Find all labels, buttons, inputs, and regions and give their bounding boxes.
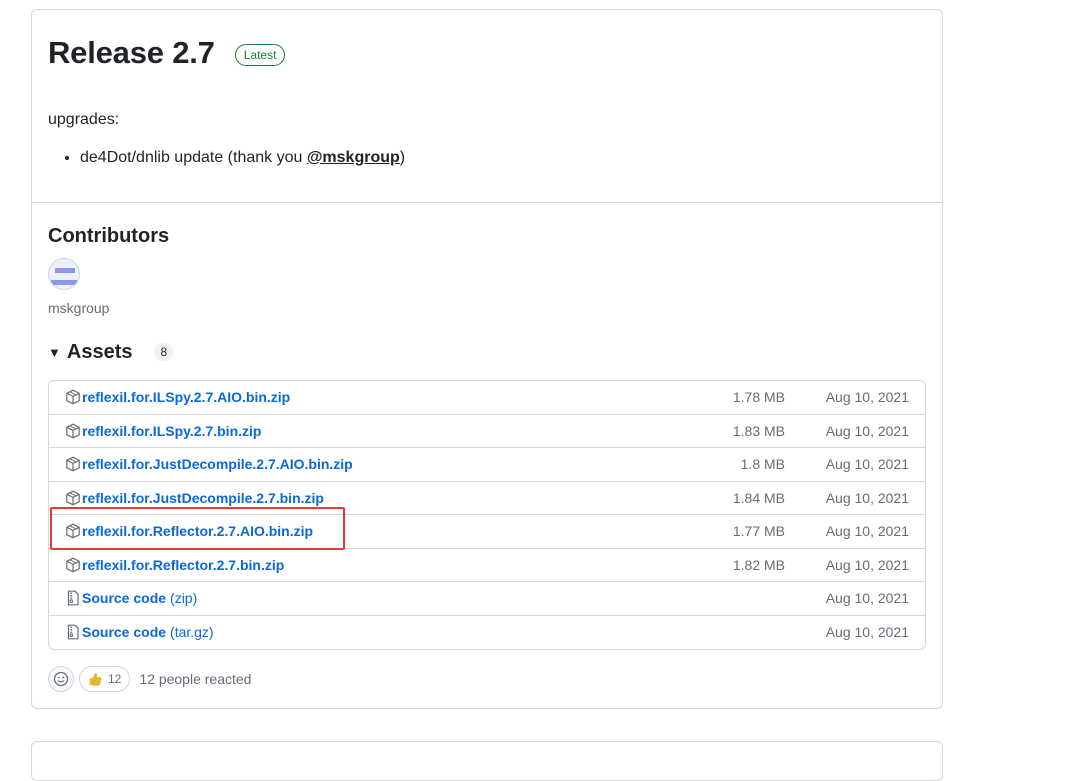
section-divider bbox=[32, 202, 942, 203]
thumbs-up-icon bbox=[89, 673, 102, 686]
package-icon bbox=[65, 423, 81, 439]
asset-date: Aug 10, 2021 bbox=[825, 590, 909, 607]
asset-download-link[interactable]: Source code bbox=[82, 590, 166, 606]
assets-toggle[interactable]: ▼ Assets 8 bbox=[48, 340, 174, 364]
asset-download-link[interactable]: reflexil.for.JustDecompile.2.7.bin.zip bbox=[82, 490, 324, 506]
asset-date: Aug 10, 2021 bbox=[825, 624, 909, 641]
asset-size: 1.82 MB bbox=[732, 556, 785, 573]
contributor-avatar[interactable] bbox=[48, 258, 80, 290]
asset-row: reflexil.for.Reflector.2.7.AIO.bin.zip 1.… bbox=[49, 515, 925, 549]
package-icon bbox=[65, 557, 81, 573]
asset-date: Aug 10, 2021 bbox=[825, 489, 909, 506]
add-reaction-button[interactable] bbox=[48, 666, 74, 692]
asset-download-link[interactable]: reflexil.for.JustDecompile.2.7.AIO.bin.z… bbox=[82, 456, 353, 472]
package-icon bbox=[65, 490, 81, 506]
release-header: Release 2.7 Latest bbox=[48, 34, 286, 72]
package-icon bbox=[65, 523, 81, 539]
asset-size: 1.77 MB bbox=[732, 523, 785, 540]
latest-badge: Latest bbox=[234, 44, 286, 66]
assets-list: reflexil.for.ILSpy.2.7.AIO.bin.zip 1.78 M… bbox=[48, 380, 926, 650]
release-note-item: de4Dot/dnlib update (thank you @mskgroup… bbox=[80, 148, 405, 168]
asset-download-link[interactable]: reflexil.for.Reflector.2.7.bin.zip bbox=[82, 557, 284, 573]
package-icon bbox=[65, 389, 81, 405]
thumbs-up-reaction-button[interactable]: 12 bbox=[79, 666, 131, 692]
package-icon bbox=[65, 456, 81, 472]
asset-row: Source code (tar.gz) Aug 10, 2021 bbox=[49, 616, 925, 650]
user-mention-link[interactable]: @mskgroup bbox=[307, 149, 400, 166]
asset-format-label[interactable]: (zip) bbox=[170, 590, 197, 606]
asset-row: reflexil.for.JustDecompile.2.7.bin.zip 1.… bbox=[49, 482, 925, 515]
avatar-pattern bbox=[55, 268, 75, 273]
asset-download-link[interactable]: reflexil.for.ILSpy.2.7.bin.zip bbox=[82, 423, 261, 439]
asset-size: 1.8 MB bbox=[740, 456, 785, 473]
file-zip-icon bbox=[65, 590, 81, 606]
release-title[interactable]: Release 2.7 bbox=[48, 34, 215, 72]
asset-row: reflexil.for.ILSpy.2.7.AIO.bin.zip 1.78 M… bbox=[49, 381, 925, 415]
contributors-title: Contributors bbox=[48, 225, 170, 247]
reaction-summary: 12 people reacted bbox=[139, 671, 252, 687]
asset-size: 1.83 MB bbox=[732, 422, 785, 439]
asset-row: reflexil.for.JustDecompile.2.7.AIO.bin.z… bbox=[49, 448, 925, 482]
asset-download-link[interactable]: reflexil.for.ILSpy.2.7.AIO.bin.zip bbox=[82, 389, 290, 405]
release-card: Release 2.7 Latest upgrades: de4Dot/dnli… bbox=[31, 9, 943, 709]
asset-row: reflexil.for.Reflector.2.7.bin.zip 1.82 M… bbox=[49, 549, 925, 582]
asset-date: Aug 10, 2021 bbox=[825, 556, 909, 573]
asset-row: Source code (zip) Aug 10, 2021 bbox=[49, 582, 925, 616]
asset-date: Aug 10, 2021 bbox=[825, 422, 909, 439]
asset-size: 1.84 MB bbox=[732, 489, 785, 506]
reaction-count: 12 bbox=[108, 672, 122, 686]
release-note-text: de4Dot/dnlib update (thank you bbox=[80, 149, 307, 166]
assets-title: Assets bbox=[66, 341, 133, 363]
avatar-pattern bbox=[51, 280, 79, 285]
release-notes-list: de4Dot/dnlib update (thank you @mskgroup… bbox=[64, 148, 405, 168]
release-note-suffix: ) bbox=[399, 149, 406, 166]
caret-down-icon: ▼ bbox=[48, 344, 61, 360]
asset-date: Aug 10, 2021 bbox=[825, 389, 909, 406]
next-release-card bbox=[31, 741, 943, 781]
asset-size: 1.78 MB bbox=[732, 389, 785, 406]
release-notes-intro: upgrades: bbox=[48, 111, 120, 128]
asset-download-link[interactable]: Source code bbox=[82, 624, 166, 640]
contributor-name[interactable]: mskgroup bbox=[48, 300, 109, 316]
asset-download-link[interactable]: reflexil.for.Reflector.2.7.AIO.bin.zip bbox=[82, 523, 313, 539]
reactions-bar: 12 12 people reacted bbox=[48, 666, 251, 692]
asset-format-label[interactable]: (tar.gz) bbox=[170, 624, 214, 640]
file-zip-icon bbox=[65, 624, 81, 640]
smiley-icon bbox=[53, 671, 69, 687]
asset-date: Aug 10, 2021 bbox=[825, 456, 909, 473]
assets-count-badge: 8 bbox=[154, 343, 174, 361]
asset-row: reflexil.for.ILSpy.2.7.bin.zip 1.83 MB Aug… bbox=[49, 415, 925, 448]
asset-date: Aug 10, 2021 bbox=[825, 523, 909, 540]
